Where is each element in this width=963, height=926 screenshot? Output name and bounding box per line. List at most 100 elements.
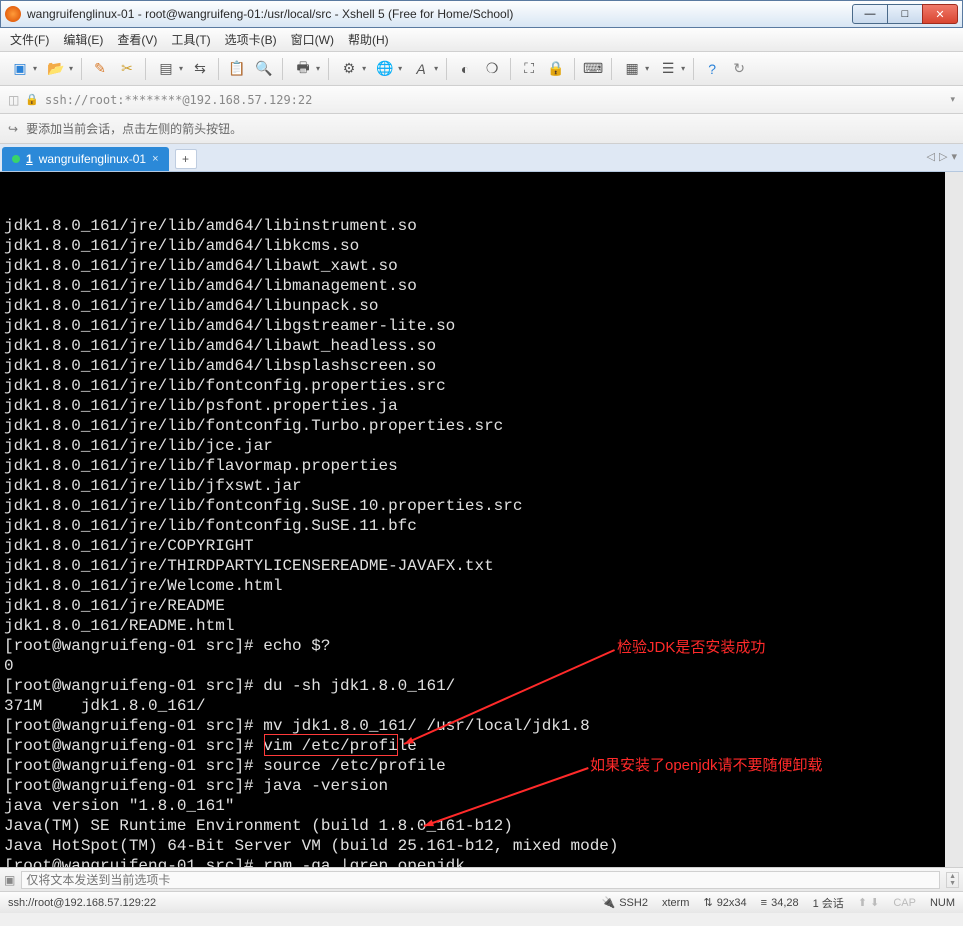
- compose-spinner[interactable]: ▲▼: [946, 872, 959, 888]
- compose-input[interactable]: [21, 871, 940, 889]
- terminal-line: [root@wangruifeng-01 src]# mv jdk1.8.0_1…: [4, 716, 939, 736]
- minimize-button[interactable]: —: [852, 4, 888, 24]
- tab-nav: ◁ ▷ ▾: [927, 150, 957, 163]
- tab-status-dot-icon: [12, 155, 20, 163]
- annotation-1: 检验JDK是否安装成功: [617, 638, 765, 658]
- address-input[interactable]: ssh://root:********@192.168.57.129:22: [45, 93, 944, 107]
- tab-label: wangruifenglinux-01: [39, 152, 146, 166]
- terminal-line: jdk1.8.0_161/jre/Welcome.html: [4, 576, 939, 596]
- terminal-line: jdk1.8.0_161/jre/lib/psfont.properties.j…: [4, 396, 939, 416]
- terminal-line: jdk1.8.0_161/jre/lib/amd64/libsplashscre…: [4, 356, 939, 376]
- print-button[interactable]: 🖶▾: [289, 57, 322, 81]
- reconnect-button[interactable]: ✎: [88, 57, 112, 81]
- terminal-line: jdk1.8.0_161/README.html: [4, 616, 939, 636]
- terminal-line: Java HotSpot(TM) 64-Bit Server VM (build…: [4, 836, 939, 856]
- compose-bar: ▣ ▲▼: [0, 867, 963, 891]
- address-bar: ◫ 🔒 ssh://root:********@192.168.57.129:2…: [0, 86, 963, 114]
- terminal-line: [root@wangruifeng-01 src]# rpm -qa |grep…: [4, 856, 939, 867]
- annotation-box: [264, 734, 399, 756]
- keyboard-button[interactable]: ⌨: [581, 57, 605, 81]
- refresh-button[interactable]: ↻: [727, 57, 751, 81]
- tab-list-icon[interactable]: ▾: [951, 150, 957, 163]
- add-tab-button[interactable]: +: [175, 149, 197, 169]
- tab-index: 1: [26, 152, 33, 166]
- copy-button[interactable]: 📋: [225, 57, 249, 81]
- lock-icon: 🔒: [25, 93, 39, 106]
- menubar: 文件(F) 编辑(E) 查看(V) 工具(T) 选项卡(B) 窗口(W) 帮助(…: [0, 28, 963, 52]
- status-address: ssh://root@192.168.57.129:22: [8, 897, 588, 909]
- menu-edit[interactable]: 编辑(E): [63, 31, 103, 48]
- terminal-line: [root@wangruifeng-01 src]# vim /etc/prof…: [4, 736, 939, 756]
- clipboard-button[interactable]: ▤▾: [152, 57, 185, 81]
- terminal-line: jdk1.8.0_161/jre/lib/jfxswt.jar: [4, 476, 939, 496]
- layout-button[interactable]: ▦▾: [618, 57, 651, 81]
- color-button[interactable]: ◐: [453, 57, 477, 81]
- window-buttons: — □ ✕: [853, 4, 958, 24]
- tab-prev-icon[interactable]: ◁: [927, 150, 935, 163]
- session-tab[interactable]: 1 wangruifenglinux-01 ×: [2, 147, 169, 171]
- status-num: NUM: [930, 897, 955, 909]
- terminal-line: jdk1.8.0_161/jre/lib/flavormap.propertie…: [4, 456, 939, 476]
- fullscreen-button[interactable]: ⛶: [517, 57, 541, 81]
- bold-button[interactable]: ❍: [480, 57, 504, 81]
- terminal-line: jdk1.8.0_161/jre/lib/fontconfig.Turbo.pr…: [4, 416, 939, 436]
- menu-window[interactable]: 窗口(W): [291, 31, 334, 48]
- terminal-line: [root@wangruifeng-01 src]# du -sh jdk1.8…: [4, 676, 939, 696]
- terminal-line: 371M jdk1.8.0_161/: [4, 696, 939, 716]
- menu-view[interactable]: 查看(V): [117, 31, 157, 48]
- terminal-line: Java(TM) SE Runtime Environment (build 1…: [4, 816, 939, 836]
- menu-file[interactable]: 文件(F): [10, 31, 49, 48]
- terminal-line: java version "1.8.0_161": [4, 796, 939, 816]
- menu-tabs[interactable]: 选项卡(B): [225, 31, 277, 48]
- tab-close-icon[interactable]: ×: [152, 153, 158, 165]
- annotation-2: 如果安装了openjdk请不要随便卸载: [590, 756, 823, 776]
- pos-icon: ≡: [761, 897, 767, 909]
- terminal-line: jdk1.8.0_161/jre/lib/fontconfig.SuSE.10.…: [4, 496, 939, 516]
- paste-button[interactable]: ⇆: [188, 57, 212, 81]
- terminal-line: jdk1.8.0_161/jre/lib/amd64/libinstrument…: [4, 216, 939, 236]
- terminal-line: jdk1.8.0_161/jre/lib/jce.jar: [4, 436, 939, 456]
- terminal-line: jdk1.8.0_161/jre/README: [4, 596, 939, 616]
- lock-button[interactable]: 🔒: [544, 57, 568, 81]
- bookmark-icon[interactable]: ◫: [8, 93, 19, 107]
- terminal-line: jdk1.8.0_161/jre/lib/amd64/libawt_xawt.s…: [4, 256, 939, 276]
- globe-button[interactable]: 🌐▾: [371, 57, 404, 81]
- toolbar: ▣▾ 📂▾ ✎ ✂ ▤▾ ⇆ 📋 🔍 🖶▾ ⚙▾ 🌐▾ A▾ ◐ ❍ ⛶ 🔒 ⌨…: [0, 52, 963, 86]
- menu-help[interactable]: 帮助(H): [348, 31, 389, 48]
- tab-next-icon[interactable]: ▷: [939, 150, 947, 163]
- close-button[interactable]: ✕: [922, 4, 958, 24]
- terminal-line: jdk1.8.0_161/jre/lib/amd64/libkcms.so: [4, 236, 939, 256]
- terminal-line: jdk1.8.0_161/jre/COPYRIGHT: [4, 536, 939, 556]
- help-button[interactable]: ?: [700, 57, 724, 81]
- status-cap: CAP: [893, 897, 916, 909]
- hint-arrow-icon[interactable]: ↪: [8, 122, 18, 136]
- menu-tools[interactable]: 工具(T): [171, 31, 210, 48]
- scrollbar-thumb[interactable]: [947, 682, 961, 862]
- terminal[interactable]: jdk1.8.0_161/jre/lib/amd64/libinstrument…: [0, 172, 963, 867]
- app-icon: [5, 6, 21, 22]
- hint-bar: ↪ 要添加当前会话，点击左侧的箭头按钮。: [0, 114, 963, 144]
- ssh-plug-icon: 🔌: [602, 896, 616, 909]
- compose-send-icon[interactable]: ▣: [4, 873, 15, 887]
- terminal-line: jdk1.8.0_161/jre/lib/fontconfig.SuSE.11.…: [4, 516, 939, 536]
- font-button[interactable]: A▾: [407, 57, 440, 81]
- tab-row: 1 wangruifenglinux-01 × + ◁ ▷ ▾: [0, 144, 963, 172]
- maximize-button[interactable]: □: [887, 4, 923, 24]
- list-button[interactable]: ☰▾: [654, 57, 687, 81]
- address-dropdown-icon[interactable]: ▾: [950, 94, 955, 105]
- window-title: wangruifenglinux-01 - root@wangruifeng-0…: [27, 7, 853, 21]
- status-arrows: ⬆ ⬇: [858, 896, 880, 909]
- properties-button[interactable]: ⚙▾: [335, 57, 368, 81]
- terminal-line: jdk1.8.0_161/jre/lib/amd64/libgstreamer-…: [4, 316, 939, 336]
- disconnect-button[interactable]: ✂: [115, 57, 139, 81]
- status-bar: ssh://root@192.168.57.129:22 🔌SSH2 xterm…: [0, 891, 963, 913]
- status-session: 1 会话: [813, 895, 844, 911]
- find-button[interactable]: 🔍: [252, 57, 276, 81]
- status-term: xterm: [662, 897, 690, 909]
- status-size: ⇅92x34: [703, 896, 746, 909]
- new-session-button[interactable]: ▣▾: [6, 57, 39, 81]
- open-button[interactable]: 📂▾: [42, 57, 75, 81]
- size-icon: ⇅: [703, 896, 712, 909]
- titlebar: wangruifenglinux-01 - root@wangruifeng-0…: [0, 0, 963, 28]
- terminal-line: jdk1.8.0_161/jre/lib/amd64/libawt_headle…: [4, 336, 939, 356]
